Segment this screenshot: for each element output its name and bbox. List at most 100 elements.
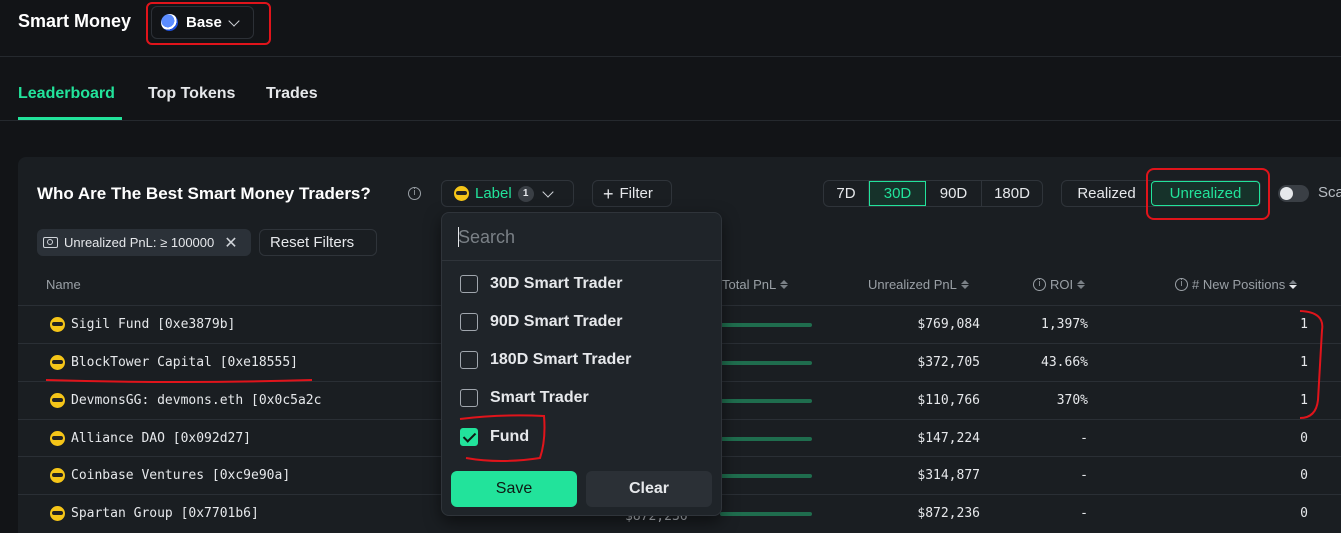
tab-trades[interactable]: Trades [266,85,318,103]
label-option-180d-smart-trader[interactable]: 180D Smart Trader [460,351,631,369]
trader-name-cell[interactable]: Coinbase Ventures [0xc9e90a] [50,468,290,483]
new-positions-cell: 0 [1300,468,1308,483]
chain-selector-button[interactable]: Base [151,6,254,39]
plus-icon: + [603,183,614,204]
add-filter-button[interactable]: + Filter [592,180,672,207]
label-option-text: 30D Smart Trader [490,275,623,292]
sunglasses-emoji-icon [50,431,65,446]
label-option-30d-smart-trader[interactable]: 30D Smart Trader [460,275,623,293]
trader-name-cell[interactable]: DevmonsGG: devmons.eth [0x0c5a2c [50,393,321,408]
column-header-new-positions[interactable]: i # New Positions [1175,277,1298,292]
total-pnl-bar [720,512,812,516]
column-header-unrealized-pnl-text: Unrealized PnL [868,277,957,292]
label-filter-button[interactable]: Label 1 [441,180,574,207]
reset-filters-button[interactable]: Reset Filters [259,229,377,256]
trader-name: Coinbase Ventures [0xc9e90a] [71,468,291,483]
roi-cell: 1,397% [1041,317,1088,332]
label-option-fund[interactable]: Fund [460,428,529,446]
period-90d[interactable]: 90D [926,181,982,206]
chevron-down-icon [228,14,240,27]
trader-name: BlockTower Capital [0xe18555] [71,355,298,370]
column-header-total-pnl[interactable]: Total PnL [722,277,789,292]
total-pnl-bar [720,399,812,403]
column-header-unrealized-pnl[interactable]: Unrealized PnL [868,277,969,292]
tab-leaderboard[interactable]: Leaderboard [18,85,115,103]
label-dropdown-menu: 30D Smart Trader 90D Smart Trader 180D S… [441,212,722,516]
top-header: Smart Money Base [0,0,1341,57]
sunglasses-emoji-icon [50,393,65,408]
roi-cell: - [1080,506,1088,521]
chevron-down-icon [542,185,554,198]
total-pnl-bar [720,323,812,327]
close-icon[interactable]: ✕ [224,233,237,253]
roi-cell: - [1080,431,1088,446]
new-positions-cell: 1 [1300,355,1308,370]
new-positions-cell: 1 [1300,393,1308,408]
pnl-mode-realized[interactable]: Realized [1062,181,1151,206]
sort-icon [780,280,789,289]
label-search-input[interactable] [458,225,708,249]
trader-name: Alliance DAO [0x092d27] [71,431,252,446]
sunglasses-emoji-icon [454,186,469,201]
column-header-roi-text: ROI [1050,277,1074,292]
trader-name-cell[interactable]: Sigil Fund [0xe3879b] [50,317,235,332]
label-option-text: Smart Trader [490,389,589,406]
unrealized-pnl-cell: $872,236 [917,506,980,521]
main-tabs: Leaderboard Top Tokens Trades [0,58,1341,121]
filter-button-text: Filter [619,185,653,202]
new-positions-cell: 0 [1300,506,1308,521]
pnl-mode-selector: Realized Unrealized [1061,180,1261,207]
period-30d[interactable]: 30D [869,181,926,206]
trader-name-cell[interactable]: BlockTower Capital [0xe18555] [50,355,298,370]
total-pnl-bar [720,437,812,441]
sunglasses-emoji-icon [50,506,65,521]
column-header-total-pnl-text: Total PnL [722,277,777,292]
info-icon: i [1033,278,1046,291]
app-title: Smart Money [18,11,132,31]
filter-chip-text: Unrealized PnL: ≥ 100000 [64,235,215,250]
checkbox-checked[interactable] [460,428,478,446]
sunglasses-emoji-icon [50,355,65,370]
column-header-name[interactable]: Name [46,277,81,292]
tab-top-tokens[interactable]: Top Tokens [148,85,235,103]
scale-label: Sca [1318,184,1341,201]
clear-button[interactable]: Clear [586,471,712,507]
column-header-roi[interactable]: i ROI [1033,277,1086,292]
label-button-text: Label [475,185,512,202]
active-tab-indicator [18,117,122,120]
info-icon[interactable]: i [408,187,421,200]
column-header-new-positions-text: # New Positions [1192,277,1286,292]
total-pnl-bar [720,361,812,365]
checkbox[interactable] [460,275,478,293]
unrealized-pnl-cell: $769,084 [917,317,980,332]
period-180d[interactable]: 180D [982,181,1042,206]
period-selector: 7D 30D 90D 180D [823,180,1043,207]
trader-name: Spartan Group [0x7701b6] [71,506,259,521]
label-option-text: 180D Smart Trader [490,351,632,368]
period-7d[interactable]: 7D [824,181,869,206]
trader-name-cell[interactable]: Alliance DAO [0x092d27] [50,431,251,446]
column-header-name-text: Name [46,277,81,292]
label-option-90d-smart-trader[interactable]: 90D Smart Trader [460,313,623,331]
sunglasses-emoji-icon [50,468,65,483]
checkbox[interactable] [460,351,478,369]
total-pnl-bar [720,474,812,478]
unrealized-pnl-cell: $372,705 [917,355,980,370]
scale-toggle[interactable] [1278,185,1309,202]
trader-name: Sigil Fund [0xe3879b] [71,317,236,332]
save-button[interactable]: Save [451,471,577,507]
unrealized-pnl-cell: $110,766 [917,393,980,408]
chain-label: Base [186,14,222,31]
roi-cell: - [1080,468,1088,483]
label-option-smart-trader[interactable]: Smart Trader [460,389,589,407]
money-icon [43,237,58,248]
checkbox[interactable] [460,389,478,407]
trader-name: DevmonsGG: devmons.eth [0x0c5a2c [71,393,322,408]
unrealized-pnl-cell: $314,877 [917,468,980,483]
trader-name-cell[interactable]: Spartan Group [0x7701b6] [50,506,259,521]
pnl-mode-unrealized[interactable]: Unrealized [1151,181,1260,206]
new-positions-cell: 1 [1300,317,1308,332]
new-positions-cell: 0 [1300,431,1308,446]
card-title: Who Are The Best Smart Money Traders? [37,184,371,203]
checkbox[interactable] [460,313,478,331]
